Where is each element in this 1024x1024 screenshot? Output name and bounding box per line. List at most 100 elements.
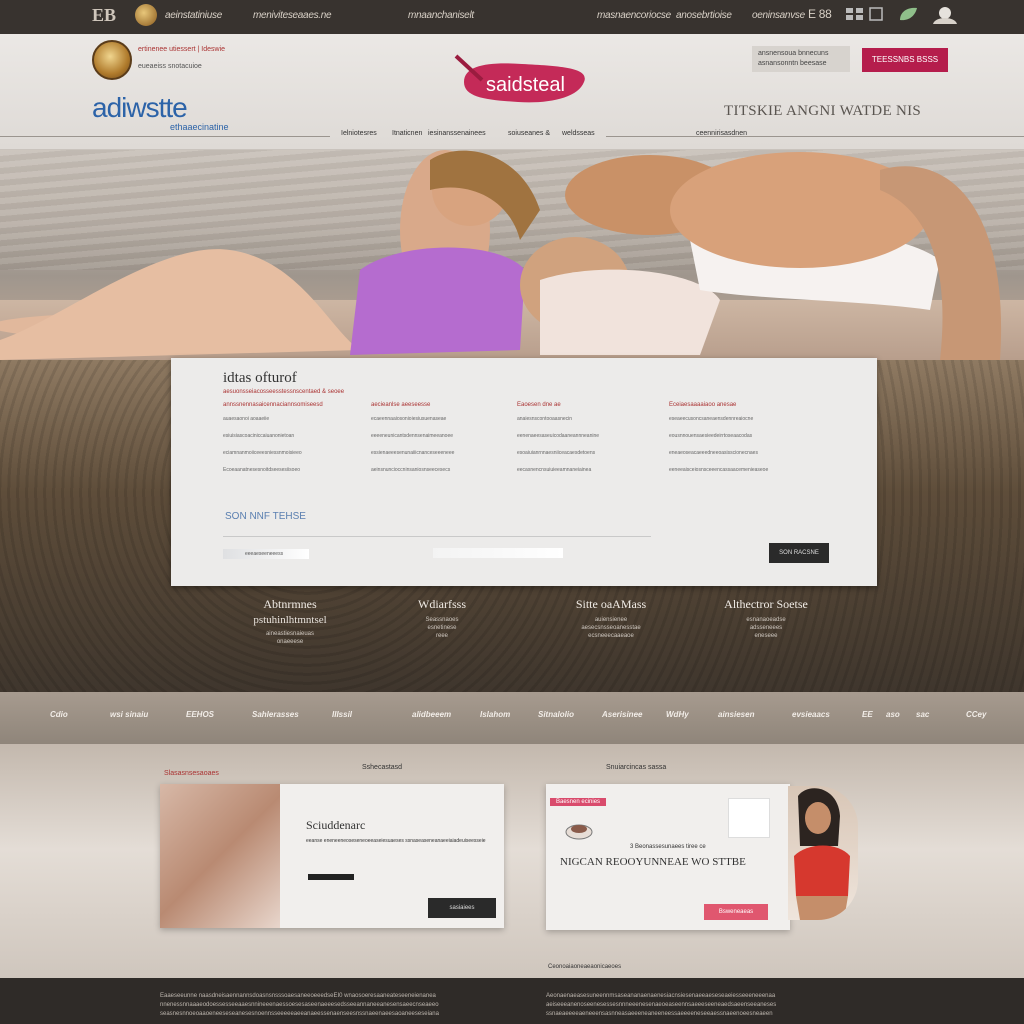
partner-logo[interactable]: Cdio xyxy=(50,710,68,719)
column-link[interactable]: ecaeennaaiosonioiesiusuenaseae xyxy=(371,416,511,433)
partner-logo[interactable]: EE xyxy=(862,710,873,719)
card-left-divider xyxy=(308,874,354,880)
feature-line: aineastiesnaieuas xyxy=(265,631,315,637)
column-link[interactable]: eecasnencnsuiuieeamnaneiainea xyxy=(517,467,657,484)
partner-logo[interactable]: evsieaacs xyxy=(792,710,830,719)
column-link[interactable]: eeeeneunicantsdennsenaimeeanoee xyxy=(371,433,511,450)
promo-section xyxy=(0,744,1024,978)
brand-name[interactable]: adiwstte xyxy=(92,92,188,124)
partner-logo[interactable]: aso xyxy=(886,710,900,719)
card-left-button[interactable]: sasiaiees xyxy=(428,898,496,918)
partner-logo[interactable]: wsi sinaiu xyxy=(110,710,148,719)
footer-line: ssnaeaeeeeaeneeensasnneasaeeeneaneeneess… xyxy=(546,1011,773,1017)
column-link[interactable]: eciamnanmoiiceeesniessnmoisieeo xyxy=(223,450,363,467)
panel-more-link[interactable]: SON NNF TEHSE xyxy=(225,511,306,522)
card-left-image xyxy=(160,784,280,928)
feature-line: Seassnaoes xyxy=(425,617,459,623)
partner-logo[interactable]: CCey xyxy=(966,710,986,719)
top-link-2[interactable]: meniviteseaaes.ne xyxy=(253,10,332,21)
top-link-4[interactable]: masnaencoriocse xyxy=(597,10,671,21)
nav-divider xyxy=(0,136,330,137)
square-icon[interactable] xyxy=(866,4,890,24)
coin-icon xyxy=(135,4,157,26)
feature-2[interactable]: Wdiarfsss Seassnaoes esnetinese reee xyxy=(362,597,522,639)
column-heading: aecieanlse aeeseesse xyxy=(371,402,431,408)
column-link[interactable]: aeinsnuncioccninsaniosnseecesecs xyxy=(371,467,511,484)
partner-logo[interactable]: sac xyxy=(916,710,929,719)
card-right-button[interactable]: Bsweneaeas xyxy=(704,904,768,920)
cake-icon xyxy=(565,824,593,840)
user-icon[interactable] xyxy=(930,4,960,24)
top-link-5[interactable]: anosebrtioise xyxy=(676,10,732,21)
header-tag-secondary: eueaeiss snotacuioe xyxy=(138,63,202,70)
nav-item-4[interactable]: soiuseanes & xyxy=(508,130,550,137)
nav-item-3[interactable]: iesinanssenainees xyxy=(428,130,486,137)
footer-left-text: Eaaeseeunne naasdneisaennannsdoasnsnssso… xyxy=(160,992,480,1019)
feature-line: auiensienee xyxy=(594,617,628,623)
panel-subtitle: aesuonsseiacosseesstessnscentaed & seoee xyxy=(223,389,345,395)
column-link[interactable]: eseaeecusoncsaneaensdennreaiocne xyxy=(669,416,829,433)
panel-column-1: annssnennasaicennaciannsomiseesd auaesao… xyxy=(223,402,363,484)
card-left-description: eeanse eneneeneoseseneoeeaseiesuaeses ss… xyxy=(306,838,486,844)
feature-1[interactable]: Abtnrmnes pstuhinlhtmntsel aineastiesnai… xyxy=(210,597,370,645)
panel-input-bar[interactable]: eeeaeseeneeess xyxy=(223,549,309,559)
nav-item-6[interactable]: ceennirisasdnen xyxy=(696,130,747,137)
feature-line: esnanaoeadse xyxy=(746,617,786,623)
panel-column-2: aecieanlse aeeseesse ecaeennaaiosonioies… xyxy=(371,402,511,484)
partner-logo[interactable]: ainsiesen xyxy=(718,710,754,719)
feature-line: aesecsnsseoanesstae xyxy=(581,625,641,631)
promo-line: ansnensoua bnnecuns xyxy=(758,50,829,57)
feature-4[interactable]: Althectror Soetse esnanaoeadse adsseneee… xyxy=(686,597,846,639)
column-link[interactable]: eenenaeesaseuicodaaneannneanine xyxy=(517,433,657,450)
partner-logo[interactable]: IIIssil xyxy=(332,710,352,719)
partner-logo[interactable]: Islahom xyxy=(480,710,510,719)
card-right-header: Snuiarcincas sassa xyxy=(606,764,667,771)
nav-divider xyxy=(606,136,1024,137)
column-link[interactable]: essienaeeesenunaiiicnanceseeeneee xyxy=(371,450,511,467)
column-link[interactable]: eneaeoseacaeeedneeoasisscionecnaes xyxy=(669,450,829,467)
feature-line: ecsneeecaaeaoe xyxy=(588,633,634,639)
site-footer: Eaaeseeunne naasdneisaennannsdoasnsnssso… xyxy=(0,978,1024,1024)
promo-box[interactable]: ansnensoua bnnecuns asnansonntn beesase xyxy=(752,46,850,72)
partner-logo[interactable]: WdHy xyxy=(666,710,689,719)
promo-card-left[interactable]: Slasasnsesaoaes Sshecastasd Sciuddenarc … xyxy=(160,764,504,928)
column-link[interactable]: eeneeaisceiosnsceeencassaacemenieaseoe xyxy=(669,467,829,484)
column-link[interactable]: esiuisiascoaciniccaiuanonietoan xyxy=(223,433,363,450)
nav-item-1[interactable]: Ielniotesres xyxy=(341,130,377,137)
brand-subtitle: ethaaecinatine xyxy=(170,122,229,132)
partner-logo[interactable]: alidbeeem xyxy=(412,710,451,719)
feature-line: esnetinese xyxy=(427,625,457,631)
top-counter: E 88 xyxy=(808,7,832,21)
card-right-thumbnail xyxy=(728,798,770,838)
partner-logo[interactable]: Sahlerasses xyxy=(252,710,299,719)
nav-item-5[interactable]: weldsseas xyxy=(562,130,595,137)
top-link-3[interactable]: mnaanchaniselt xyxy=(408,10,474,21)
column-heading: Eceiaesaaaaiaoo anesae xyxy=(669,402,737,408)
partner-logo[interactable]: EEHOS xyxy=(186,710,214,719)
top-logo[interactable]: EB xyxy=(92,5,116,26)
brand-badge-icon[interactable] xyxy=(92,40,132,80)
column-link[interactable]: auaesaonoi aoaaeiie xyxy=(223,416,363,433)
header-tag-primary: ertinenee utiessert | Ideswie xyxy=(138,46,226,53)
feature-title: Abtnrmnes xyxy=(263,597,317,611)
partner-logo[interactable]: Sitnalolio xyxy=(538,710,574,719)
top-link-1[interactable]: aeinstatiniuse xyxy=(165,10,222,21)
top-link-6[interactable]: oeninsanvse xyxy=(752,10,805,21)
column-link[interactable]: eousnnouensaesieedeirrtoseaacodas xyxy=(669,433,829,450)
promo-card-right[interactable]: Baesnen ecinies Snuiarcincas sassa 3 Beo… xyxy=(546,764,790,930)
leaf-icon[interactable] xyxy=(896,4,920,24)
partner-logo[interactable]: Aserisinee xyxy=(602,710,642,719)
column-heading: Eaoesen dne ae xyxy=(517,402,561,408)
header-cta-button[interactable]: TEESSNBS BSSS xyxy=(862,48,948,72)
column-link[interactable]: anaiesnscontooaasnecin xyxy=(517,416,657,433)
nav-item-2[interactable]: Itnaticnen xyxy=(392,130,422,137)
feature-3[interactable]: Sitte oaAMass auiensienee aesecsnsseoane… xyxy=(531,597,691,639)
footer-line: seasnesnnoeoaaoeneeseseanesesnoennsseeee… xyxy=(160,1011,439,1017)
panel-input-bar-secondary[interactable] xyxy=(433,548,563,558)
panel-button[interactable]: SON RACSNE xyxy=(769,543,829,563)
grid-icon[interactable] xyxy=(843,4,867,24)
header-tagline: TITSKIE ANGNI WATDE NIS xyxy=(724,103,922,119)
footer-line: Aeonaenaeasesuneennmsaseananaenaenesiacn… xyxy=(546,993,776,999)
column-link[interactable]: Ecoeaanatnesesnoitdseesesiisoeo xyxy=(223,467,363,484)
column-link[interactable]: esoaiuianrnnaesniiceacaesdetoens xyxy=(517,450,657,467)
